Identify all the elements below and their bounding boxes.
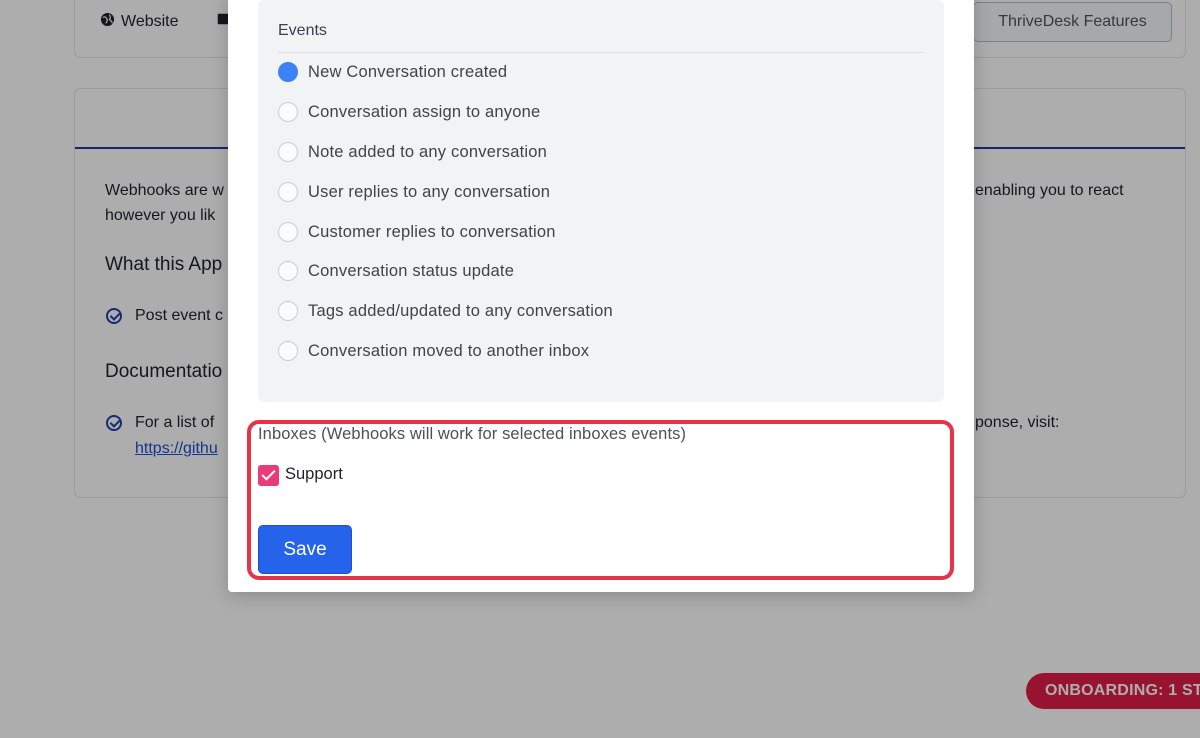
event-label: New Conversation created bbox=[308, 62, 508, 81]
event-option[interactable]: Conversation moved to another inbox bbox=[278, 341, 589, 361]
inboxes-label: Inboxes (Webhooks will work for selected… bbox=[258, 425, 687, 443]
event-label: Conversation status update bbox=[308, 261, 515, 280]
event-option[interactable]: Conversation assign to anyone bbox=[278, 102, 540, 122]
event-checkbox[interactable] bbox=[278, 301, 298, 321]
event-label: Conversation assign to anyone bbox=[308, 102, 541, 121]
event-checkbox[interactable] bbox=[278, 142, 298, 162]
event-option[interactable]: Tags added/updated to any conversation bbox=[278, 301, 613, 321]
highlight-annotation bbox=[247, 420, 954, 580]
event-label: Note added to any conversation bbox=[308, 142, 547, 161]
events-title: Events bbox=[278, 22, 327, 39]
event-label: Customer replies to conversation bbox=[308, 222, 556, 241]
event-label: Conversation moved to another inbox bbox=[308, 341, 590, 360]
event-checkbox[interactable] bbox=[278, 182, 298, 202]
webhook-settings-modal: Events New Conversation created Conversa… bbox=[228, 0, 974, 592]
event-label: User replies to any conversation bbox=[308, 182, 551, 201]
event-checkbox[interactable] bbox=[278, 102, 298, 122]
inbox-label: Support bbox=[285, 464, 343, 483]
inbox-checkbox[interactable] bbox=[258, 465, 279, 486]
event-option[interactable]: User replies to any conversation bbox=[278, 182, 550, 202]
event-checkbox[interactable] bbox=[278, 261, 298, 281]
events-panel: Events New Conversation created Conversa… bbox=[258, 0, 944, 402]
divider bbox=[278, 52, 924, 53]
event-checkbox[interactable] bbox=[278, 222, 298, 242]
save-button[interactable]: Save bbox=[258, 525, 352, 574]
event-option[interactable]: Note added to any conversation bbox=[278, 142, 547, 162]
event-checkbox[interactable] bbox=[278, 341, 298, 361]
event-label: Tags added/updated to any conversation bbox=[308, 301, 613, 320]
event-option[interactable]: Customer replies to conversation bbox=[278, 222, 556, 242]
inbox-option-support[interactable]: Support bbox=[258, 462, 343, 486]
event-option[interactable]: New Conversation created bbox=[278, 62, 507, 82]
event-checkbox[interactable] bbox=[278, 62, 298, 82]
event-option[interactable]: Conversation status update bbox=[278, 261, 514, 281]
